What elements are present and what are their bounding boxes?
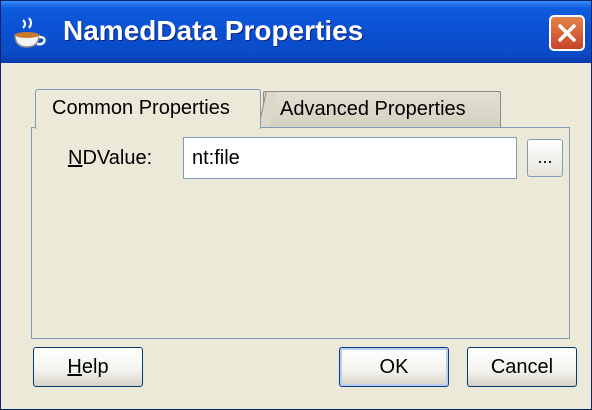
ndvalue-label-text: DValue: (82, 147, 153, 169)
cancel-button[interactable]: Cancel (467, 347, 577, 387)
dialog-body: Advanced Properties Common Properties ND… (1, 63, 591, 409)
ndvalue-label: NDValue: (68, 145, 152, 171)
title-bar[interactable]: NamedData Properties (1, 1, 591, 63)
dialog-window: NamedData Properties Advanced Properties… (0, 0, 592, 410)
help-button[interactable]: Help (33, 347, 143, 387)
cup-icon (14, 17, 46, 48)
ndvalue-label-mnemonic: N (68, 147, 83, 169)
ndvalue-input[interactable]: nt:file (183, 137, 517, 179)
help-button-text: elp (81, 356, 109, 378)
window-title: NamedData Properties (63, 15, 364, 46)
tab-advanced-properties[interactable]: Advanced Properties (263, 91, 501, 127)
ok-button[interactable]: OK (339, 347, 449, 387)
browse-button[interactable]: ... (527, 139, 563, 177)
close-button[interactable] (549, 15, 585, 51)
help-button-mnemonic: H (67, 356, 82, 378)
tab-common-properties[interactable]: Common Properties (35, 89, 261, 129)
close-icon (558, 24, 576, 42)
